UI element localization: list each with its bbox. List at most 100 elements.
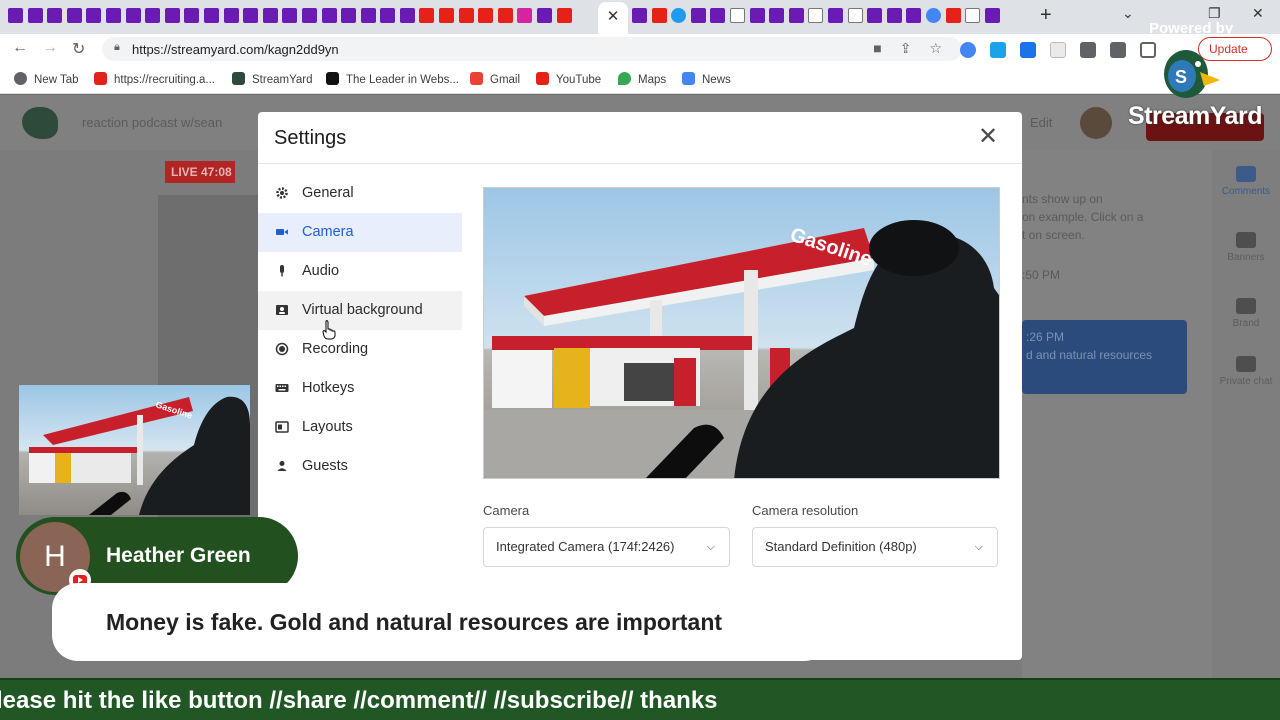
user-avatar[interactable] <box>1080 107 1112 139</box>
camera-select[interactable]: Integrated Camera (174f:2426) ⌵ <box>483 527 730 567</box>
yahoo-tab-icon[interactable] <box>184 8 200 23</box>
google-tab-icon[interactable] <box>925 8 941 23</box>
yahoo-tab-icon[interactable] <box>886 8 902 23</box>
bookmark-maps[interactable]: Maps <box>618 72 666 86</box>
reading-list-icon[interactable] <box>1110 42 1126 58</box>
yahoo-tab-icon[interactable] <box>8 8 23 23</box>
resolution-select[interactable]: Standard Definition (480p) ⌵ <box>752 527 998 567</box>
youtube-tab-icon[interactable] <box>478 8 494 23</box>
yahoo-tab-icon[interactable] <box>380 8 396 23</box>
highlighted-comment-card[interactable]: :26 PM d and natural resources <box>1022 320 1187 394</box>
settings-menu-hotkeys[interactable]: Hotkeys <box>258 369 462 408</box>
yahoo-tab-icon[interactable] <box>632 8 647 23</box>
edit-link[interactable]: Edit <box>1030 115 1052 130</box>
youtube-tab-icon[interactable] <box>497 8 513 23</box>
yahoo-tab-icon[interactable] <box>47 8 63 23</box>
generic-tab-icon[interactable] <box>808 8 824 23</box>
yellow-wall <box>554 348 590 408</box>
side-nav-brand[interactable]: Brand <box>1212 298 1280 329</box>
yahoo-tab-icon[interactable] <box>164 8 180 23</box>
wikipedia-tab-icon[interactable] <box>729 8 745 23</box>
yahoo-tab-icon[interactable] <box>282 8 298 23</box>
bookmark-news[interactable]: News <box>682 72 731 86</box>
settings-menu-layouts[interactable]: Layouts <box>258 408 462 447</box>
forward-arrow-icon[interactable]: → <box>42 39 58 57</box>
side-nav-banners[interactable]: Banners <box>1212 232 1280 263</box>
active-tab-close-icon[interactable]: ✕ <box>598 2 628 34</box>
yahoo-tab-icon[interactable] <box>321 8 337 23</box>
youtube-tab-icon[interactable] <box>556 8 572 23</box>
bookmark-youtube[interactable]: YouTube <box>536 72 601 86</box>
instagram-tab-icon[interactable] <box>517 8 533 23</box>
store-window <box>624 363 674 401</box>
yahoo-tab-icon[interactable] <box>86 8 102 23</box>
yahoo-tab-icon[interactable] <box>788 8 804 23</box>
settings-menu-general[interactable]: General <box>258 174 462 213</box>
page-extension-icon[interactable] <box>1050 42 1066 58</box>
yahoo-tab-icon[interactable] <box>243 8 259 23</box>
youtube-tab-icon[interactable] <box>439 8 455 23</box>
yahoo-tab-icon[interactable] <box>690 8 706 23</box>
share-icon[interactable]: ⇪ <box>900 40 912 57</box>
yahoo-tab-icon[interactable] <box>360 8 376 23</box>
yahoo-tab-icon[interactable] <box>301 8 317 23</box>
yahoo-tab-icon[interactable] <box>27 8 43 23</box>
settings-menu-virtual-background[interactable]: Virtual background <box>258 291 462 330</box>
yahoo-tab-icon[interactable] <box>145 8 161 23</box>
settings-menu-recording[interactable]: Recording <box>258 330 462 369</box>
youtube-tab-icon[interactable] <box>651 8 667 23</box>
yahoo-tab-icon[interactable] <box>710 8 726 23</box>
tab-search-chevron-icon[interactable]: ⌄ <box>1122 5 1134 22</box>
bookmark-gmail[interactable]: Gmail <box>470 72 520 86</box>
settings-menu-audio[interactable]: Audio <box>258 252 462 291</box>
blue-extension-icon[interactable] <box>1020 42 1036 58</box>
shield-extension-icon[interactable] <box>990 42 1006 58</box>
side-nav-comments[interactable]: Comments <box>1212 166 1280 197</box>
yahoo-tab-icon[interactable] <box>399 8 415 23</box>
yahoo-tab-icon[interactable] <box>105 8 121 23</box>
menu-label: Audio <box>302 263 340 279</box>
url-text[interactable]: https://streamyard.com/kagn2dd9yn <box>132 42 339 57</box>
back-arrow-icon[interactable]: ← <box>12 39 28 57</box>
bookmark-streamyard[interactable]: StreamYard <box>232 72 313 86</box>
wikipedia-tab-icon[interactable] <box>847 8 863 23</box>
tab-favicon-row-right[interactable] <box>632 8 1004 26</box>
new-tab-plus-icon[interactable]: + <box>1040 4 1052 27</box>
close-settings-icon[interactable]: ✕ <box>978 124 998 150</box>
yahoo-tab-icon[interactable] <box>827 8 843 23</box>
opera-tab-icon[interactable] <box>945 8 961 23</box>
close-window-icon[interactable]: ✕ <box>1252 5 1264 22</box>
settings-menu-guests[interactable]: Guests <box>258 447 462 486</box>
side-nav-private-chat[interactable]: Private chat <box>1212 356 1280 387</box>
yahoo-tab-icon[interactable] <box>223 8 239 23</box>
bookmark-recruiting[interactable]: https://recruiting.a... <box>94 72 215 86</box>
youtube-tab-icon[interactable] <box>458 8 474 23</box>
yahoo-tab-icon[interactable] <box>906 8 922 23</box>
yahoo-tab-icon[interactable] <box>984 8 1000 23</box>
yahoo-tab-icon[interactable] <box>867 8 883 23</box>
comment-snippet: d and natural resources <box>1026 348 1153 362</box>
puzzle-extensions-icon[interactable] <box>1080 42 1096 58</box>
bookmark-new-tab[interactable]: New Tab <box>14 72 79 86</box>
yahoo-tab-icon[interactable] <box>125 8 141 23</box>
reload-icon[interactable]: ↻ <box>72 39 85 59</box>
camera-permission-icon[interactable]: ■ <box>873 40 881 57</box>
yahoo-tab-icon[interactable] <box>769 8 785 23</box>
yahoo-tab-icon[interactable] <box>262 8 278 23</box>
settings-menu-camera[interactable]: Camera <box>258 213 462 252</box>
tab-favicon-row[interactable] <box>8 8 576 26</box>
yahoo-tab-icon[interactable] <box>749 8 765 23</box>
omnibox[interactable]: 🔒︎ https://streamyard.com/kagn2dd9yn ■ ⇪… <box>102 37 962 61</box>
chevron-down-icon: ⌵ <box>706 541 715 553</box>
chrome-extension-icon[interactable] <box>960 42 976 58</box>
yahoo-tab-icon[interactable] <box>537 8 553 23</box>
side-panel-icon[interactable] <box>1140 42 1156 58</box>
yahoo-tab-icon[interactable] <box>203 8 219 23</box>
yahoo-tab-icon[interactable] <box>66 8 82 23</box>
generic-tab-icon[interactable] <box>965 8 981 23</box>
bookmark-wix[interactable]: The Leader in Webs... <box>326 72 459 86</box>
twitter-tab-icon[interactable] <box>671 8 687 23</box>
yahoo-tab-icon[interactable] <box>341 8 357 23</box>
bookmark-star-icon[interactable]: ☆ <box>929 40 942 57</box>
youtube-tab-icon[interactable] <box>419 8 435 23</box>
